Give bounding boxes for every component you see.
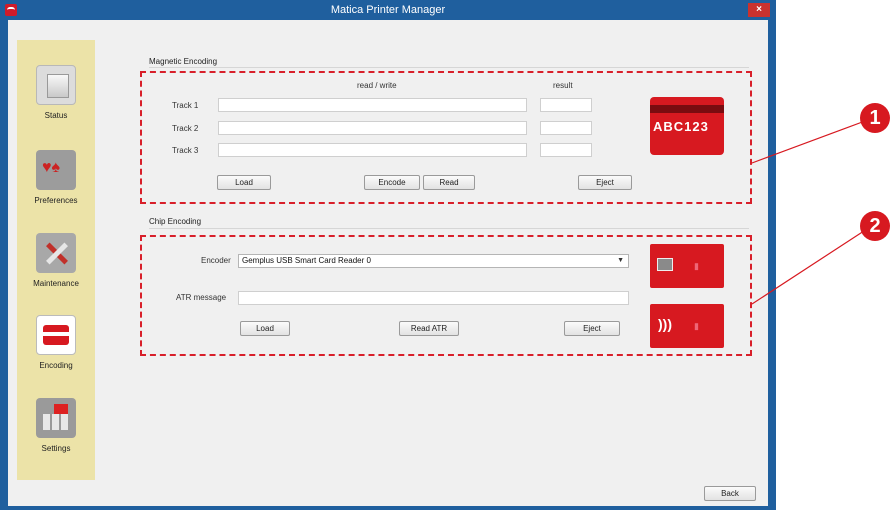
callout-2: 2: [860, 211, 890, 241]
callout-lines: [751, 120, 868, 305]
callout-1: 1: [860, 103, 890, 133]
